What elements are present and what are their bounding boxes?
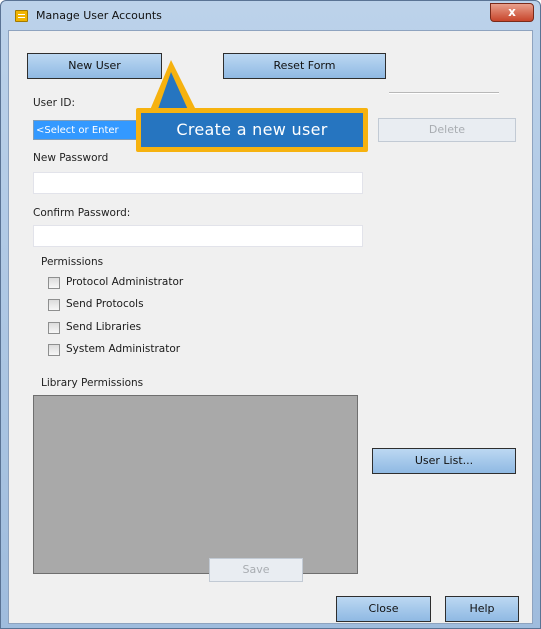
callout-text: Create a new user bbox=[141, 113, 363, 147]
permissions-heading: Permissions bbox=[41, 256, 104, 268]
help-button[interactable]: Help bbox=[445, 596, 519, 622]
checkbox[interactable] bbox=[48, 277, 60, 289]
title-bar[interactable]: Manage User Accounts x bbox=[1, 1, 540, 31]
new-password-field[interactable] bbox=[33, 172, 363, 194]
checkbox-label: Protocol Administrator bbox=[66, 276, 184, 288]
window-title: Manage User Accounts bbox=[36, 9, 162, 22]
checkbox-label: Send Libraries bbox=[66, 321, 142, 333]
close-button[interactable]: Close bbox=[336, 596, 431, 622]
delete-button[interactable]: Delete bbox=[378, 118, 516, 142]
new-password-label: New Password bbox=[33, 152, 109, 164]
checkbox[interactable] bbox=[48, 344, 60, 356]
manage-user-accounts-window: Manage User Accounts x New User Reset Fo… bbox=[0, 0, 541, 629]
tutorial-callout: Create a new user bbox=[136, 108, 368, 152]
checkbox[interactable] bbox=[48, 322, 60, 334]
checkbox[interactable] bbox=[48, 299, 60, 311]
app-icon bbox=[15, 10, 28, 22]
new-user-button[interactable]: New User bbox=[27, 53, 162, 79]
user-id-label: User ID: bbox=[33, 97, 75, 109]
user-list-button[interactable]: User List... bbox=[372, 448, 516, 474]
reset-form-button[interactable]: Reset Form bbox=[223, 53, 386, 79]
library-permissions-list[interactable] bbox=[33, 395, 358, 574]
checkbox-label: System Administrator bbox=[66, 343, 181, 355]
confirm-password-field[interactable] bbox=[33, 225, 363, 247]
confirm-password-label: Confirm Password: bbox=[33, 207, 131, 219]
close-window-button[interactable]: x bbox=[490, 3, 534, 22]
checkbox-label: Send Protocols bbox=[66, 298, 144, 310]
library-permissions-heading: Library Permissions bbox=[41, 377, 144, 389]
user-id-combobox[interactable]: <Select or Enter bbox=[33, 120, 138, 140]
save-button[interactable]: Save bbox=[209, 558, 303, 582]
separator bbox=[389, 92, 499, 94]
close-icon: x bbox=[508, 5, 516, 19]
